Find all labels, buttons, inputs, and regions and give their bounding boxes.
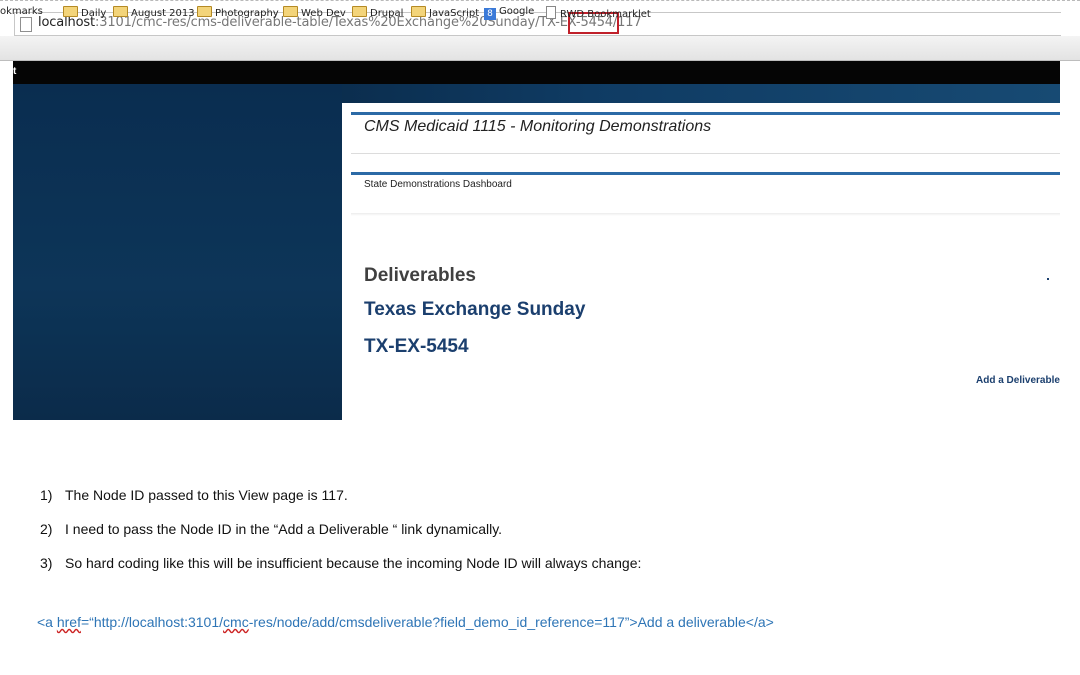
note-item: 3) So hard coding like this will be insuf… (40, 555, 642, 571)
code-snippet: <a href=“http://localhost:3101/cmc-res/n… (37, 614, 774, 630)
folder-icon (352, 6, 367, 17)
demo-name-heading: Texas Exchange Sunday (364, 299, 586, 320)
breadcrumb[interactable]: State Demonstrations Dashboard (364, 179, 512, 190)
folder-icon (113, 6, 128, 17)
folder-icon (197, 6, 212, 17)
bookmark-bookmarks[interactable]: okmarks (0, 6, 43, 17)
add-deliverable-link[interactable]: Add a Deliverable (976, 375, 1060, 386)
bookmark-rwd-bookmarklet[interactable]: RWD Bookmarklet (546, 6, 651, 20)
folder-icon (283, 6, 298, 17)
header-rule (351, 112, 1060, 115)
bookmark-javascript[interactable]: JavaScript (411, 6, 479, 19)
decorative-dot (1047, 278, 1049, 280)
divider (351, 153, 1060, 154)
content-panel (342, 103, 1060, 420)
bookmark-web-dev[interactable]: Web Dev (283, 6, 346, 19)
site-left-banner (13, 84, 342, 420)
bookmark-photography[interactable]: Photography (197, 6, 279, 19)
note-item: 1) The Node ID passed to this View page i… (40, 487, 348, 503)
site-top-bar (13, 61, 1060, 84)
site-topbar-text: t (13, 66, 17, 77)
bookmark-drupal[interactable]: Drupal (352, 6, 403, 19)
bookmark-august-2013[interactable]: August 2013 (113, 6, 195, 19)
demo-id-heading: TX-EX-5454 (364, 336, 469, 357)
bookmarks-bar (0, 36, 1080, 61)
bookmark-google[interactable]: 8 Google (484, 6, 534, 20)
page-title: Deliverables (364, 265, 476, 286)
google-icon: 8 (484, 8, 496, 20)
page-icon (546, 6, 556, 19)
site-title: CMS Medicaid 1115 - Monitoring Demonstra… (364, 118, 712, 135)
page-icon (20, 17, 32, 32)
breadcrumb-rule (351, 172, 1060, 175)
divider (351, 213, 1060, 216)
note-item: 2) I need to pass the Node ID in the “Add… (40, 521, 503, 537)
folder-icon (63, 6, 78, 17)
bookmark-daily[interactable]: Daily (63, 6, 106, 19)
folder-icon (411, 6, 426, 17)
